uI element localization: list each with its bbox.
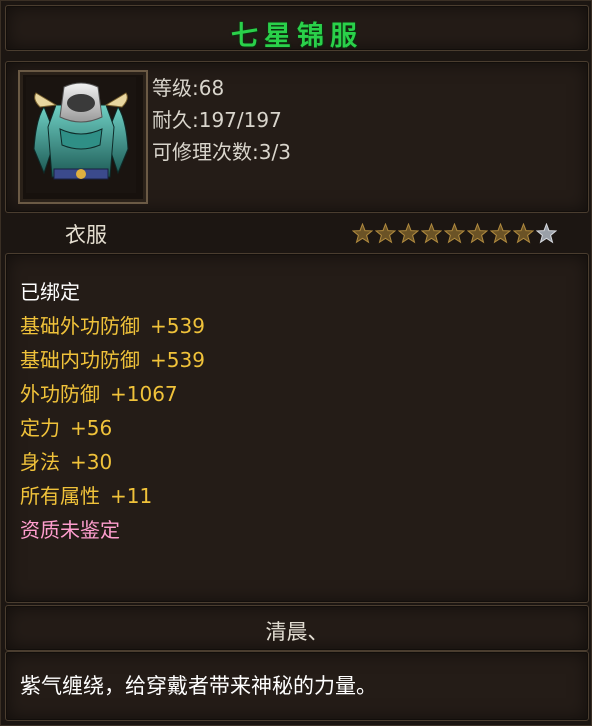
- attribute-value: +30: [70, 450, 113, 474]
- owner-name: 清晨、: [265, 620, 329, 644]
- attribute-row: 已绑定: [20, 276, 80, 305]
- item-tooltip: 七星锦服 等级:68 耐久:197/197 可修理次数:3/3 衣服 已绑定 基…: [0, 0, 592, 726]
- attribute-value: +1067: [110, 382, 178, 406]
- attribute-name: 定力: [20, 416, 60, 440]
- item-description: 紫气缠绕，给穿戴者带来神秘的力量。: [20, 674, 377, 698]
- owner-bar: 清晨、: [5, 605, 589, 651]
- star-filled-icon: [375, 223, 396, 244]
- star-filled-icon: [467, 223, 488, 244]
- star-filled-icon: [352, 223, 373, 244]
- attribute-row: 身法 +30: [20, 446, 112, 475]
- attribute-row: 资质未鉴定: [20, 514, 120, 543]
- item-durability: 耐久:197/197: [152, 108, 282, 132]
- attribute-name: 所有属性: [20, 484, 100, 508]
- title-bar: 七星锦服: [5, 5, 589, 52]
- item-type: 衣服: [65, 223, 107, 247]
- attribute-text: 资质未鉴定: [20, 518, 120, 542]
- attribute-value: +539: [150, 348, 205, 372]
- attribute-name: 基础内功防御: [20, 348, 140, 372]
- star-filled-icon: [444, 223, 465, 244]
- attribute-row: 基础外功防御 +539: [20, 310, 205, 339]
- attribute-row: 外功防御 +1067: [20, 378, 178, 407]
- attribute-row: 基础内功防御 +539: [20, 344, 205, 373]
- star-rating: [352, 223, 557, 244]
- item-info-panel: 等级:68 耐久:197/197 可修理次数:3/3: [5, 61, 589, 213]
- attribute-name: 外功防御: [20, 382, 100, 406]
- attribute-name: 基础外功防御: [20, 314, 140, 338]
- attributes-panel: 已绑定基础外功防御 +539 基础内功防御 +539 外功防御 +1067 定力 +56 身法 +…: [5, 253, 589, 603]
- star-filled-icon: [421, 223, 442, 244]
- attribute-name: 身法: [20, 450, 60, 474]
- attribute-value: +11: [110, 484, 153, 508]
- attribute-value: +539: [150, 314, 205, 338]
- star-filled-icon: [513, 223, 534, 244]
- armor-icon: [18, 70, 148, 204]
- description-panel: 紫气缠绕，给穿戴者带来神秘的力量。: [5, 651, 589, 721]
- item-type-row: 衣服: [5, 213, 587, 251]
- star-filled-icon: [490, 223, 511, 244]
- item-repair-count: 可修理次数:3/3: [152, 140, 291, 164]
- attribute-text: 已绑定: [20, 280, 80, 304]
- star-empty-icon: [536, 223, 557, 244]
- attribute-value: +56: [70, 416, 113, 440]
- item-name: 七星锦服: [231, 21, 363, 52]
- attribute-row: 定力 +56: [20, 412, 112, 441]
- star-filled-icon: [398, 223, 419, 244]
- attribute-row: 所有属性 +11: [20, 480, 152, 509]
- item-level: 等级:68: [152, 76, 225, 100]
